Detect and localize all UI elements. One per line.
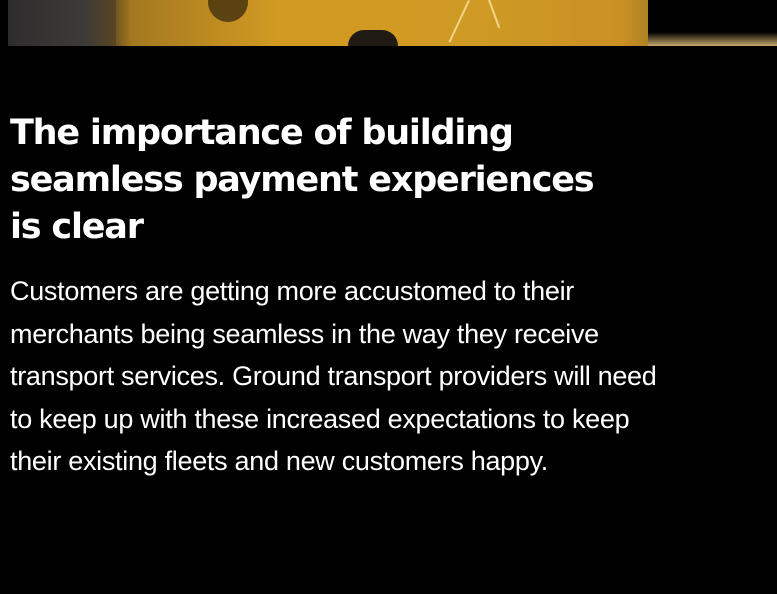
hero-image-detail — [208, 0, 248, 22]
hero-image-dark-region — [648, 0, 777, 46]
hero-image-detail — [448, 0, 470, 43]
hero-image-detail — [488, 0, 501, 29]
hero-image-detail — [348, 30, 398, 46]
hero-image-dark-region — [8, 0, 116, 46]
section-heading: The importance of building seamless paym… — [10, 113, 595, 247]
article-section: The importance of building seamless paym… — [0, 0, 777, 594]
section-paragraph: Customers are getting more accustomed to… — [10, 276, 657, 477]
hero-image — [8, 0, 777, 46]
